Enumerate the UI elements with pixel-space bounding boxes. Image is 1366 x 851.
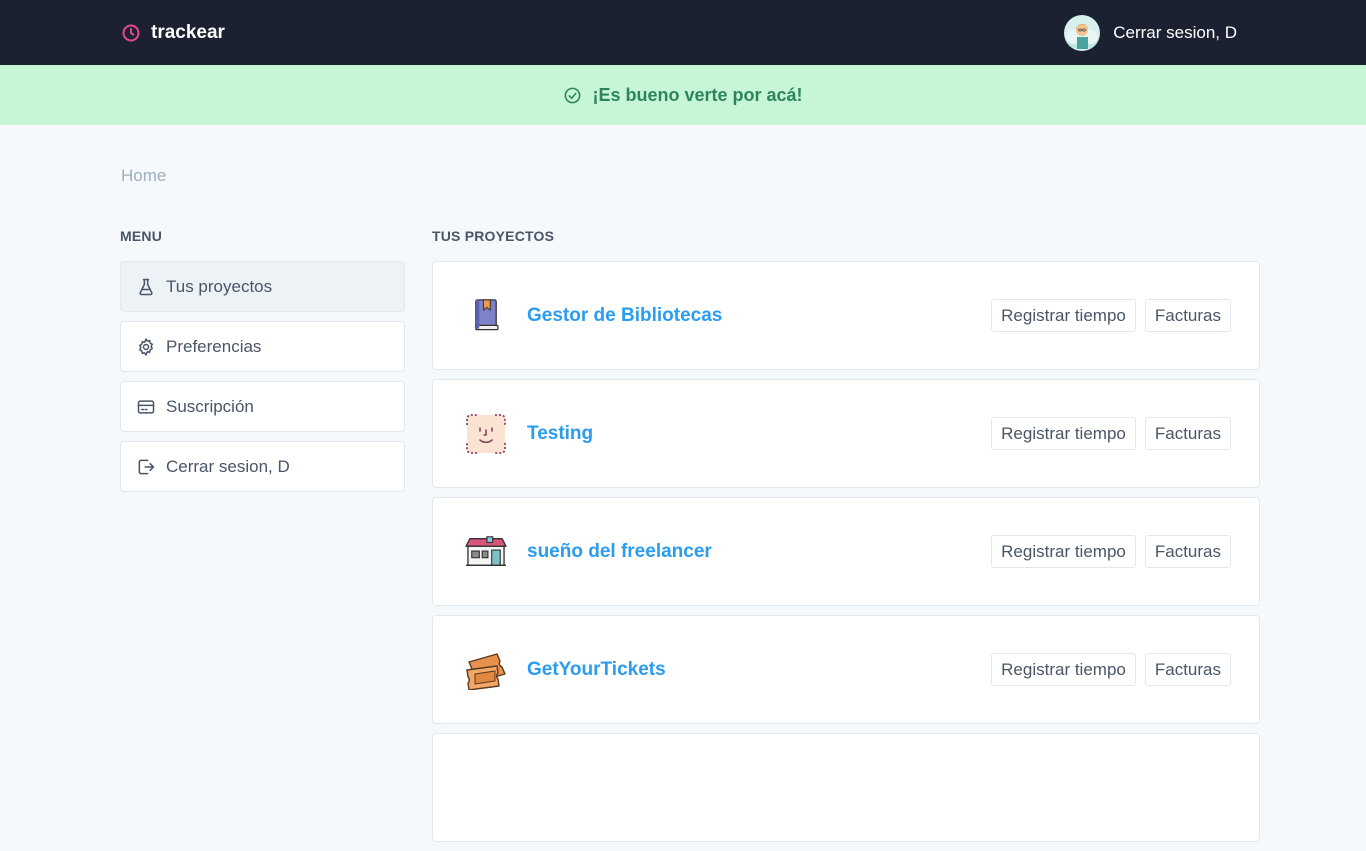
user-avatar-icon (1065, 23, 1100, 49)
top-navbar: trackear Cerrar sesion, D (0, 0, 1366, 65)
project-icon (463, 765, 509, 811)
logout-icon (138, 459, 155, 474)
menu-title: MENU (120, 228, 163, 244)
ticket-icon (463, 647, 509, 693)
check-circle-icon (565, 87, 581, 103)
avatar (1064, 14, 1101, 51)
breadcrumb-home[interactable]: Home (121, 166, 166, 185)
project-card-partial (432, 733, 1260, 842)
projects-list: TUS PROYECTOS Gestor de Bibliotecas Regi… (432, 228, 1260, 851)
app-name: trackear (151, 21, 225, 43)
book-icon (463, 293, 509, 339)
sidebar-menu: MENU Tus proyectos Preferencias Suscripc… (120, 228, 405, 501)
house-icon (463, 529, 509, 575)
project-card: sueño del freelancer Registrar tiempo Fa… (432, 497, 1260, 606)
invoices-button[interactable]: Facturas (1144, 417, 1231, 450)
logout-link[interactable]: Cerrar sesion, D (1113, 23, 1237, 43)
sidebar-item-preferences[interactable]: Preferencias (120, 321, 405, 372)
projects-title: TUS PROYECTOS (432, 228, 555, 244)
register-time-button[interactable]: Registrar tiempo (991, 417, 1136, 450)
project-link[interactable]: sueño del freelancer (527, 541, 991, 563)
face-scan-icon (463, 411, 509, 457)
project-card: GetYourTickets Registrar tiempo Facturas (432, 615, 1260, 724)
register-time-button[interactable]: Registrar tiempo (991, 299, 1136, 332)
flash-message: ¡Es bueno verte por acá! (0, 65, 1366, 125)
invoices-button[interactable]: Facturas (1144, 299, 1231, 332)
flash-text: ¡Es bueno verte por acá! (592, 84, 803, 105)
invoices-button[interactable]: Facturas (1144, 653, 1231, 686)
breadcrumb: Home (121, 166, 166, 186)
sidebar-item-subscription[interactable]: Suscripción (120, 381, 405, 432)
project-card: Testing Registrar tiempo Facturas (432, 379, 1260, 488)
project-card: Gestor de Bibliotecas Registrar tiempo F… (432, 261, 1260, 370)
credit-card-icon (137, 399, 155, 414)
project-link[interactable]: GetYourTickets (527, 659, 991, 681)
brand-logo[interactable]: trackear (121, 22, 225, 44)
sidebar-item-projects[interactable]: Tus proyectos (120, 261, 405, 312)
user-menu[interactable]: Cerrar sesion, D (1064, 14, 1237, 51)
sidebar-item-label: Tus proyectos (166, 276, 273, 296)
invoices-button[interactable]: Facturas (1144, 535, 1231, 568)
flask-icon (139, 278, 153, 295)
sidebar-item-label: Suscripción (166, 396, 254, 416)
sidebar-item-logout[interactable]: Cerrar sesion, D (120, 441, 405, 492)
sidebar-item-label: Preferencias (166, 336, 262, 356)
clock-icon (122, 24, 140, 41)
register-time-button[interactable]: Registrar tiempo (991, 653, 1136, 686)
register-time-button[interactable]: Registrar tiempo (991, 535, 1136, 568)
project-link[interactable]: Testing (527, 423, 991, 445)
project-link[interactable]: Gestor de Bibliotecas (527, 305, 991, 327)
gear-icon (139, 337, 153, 356)
sidebar-item-label: Cerrar sesion, D (166, 456, 290, 476)
